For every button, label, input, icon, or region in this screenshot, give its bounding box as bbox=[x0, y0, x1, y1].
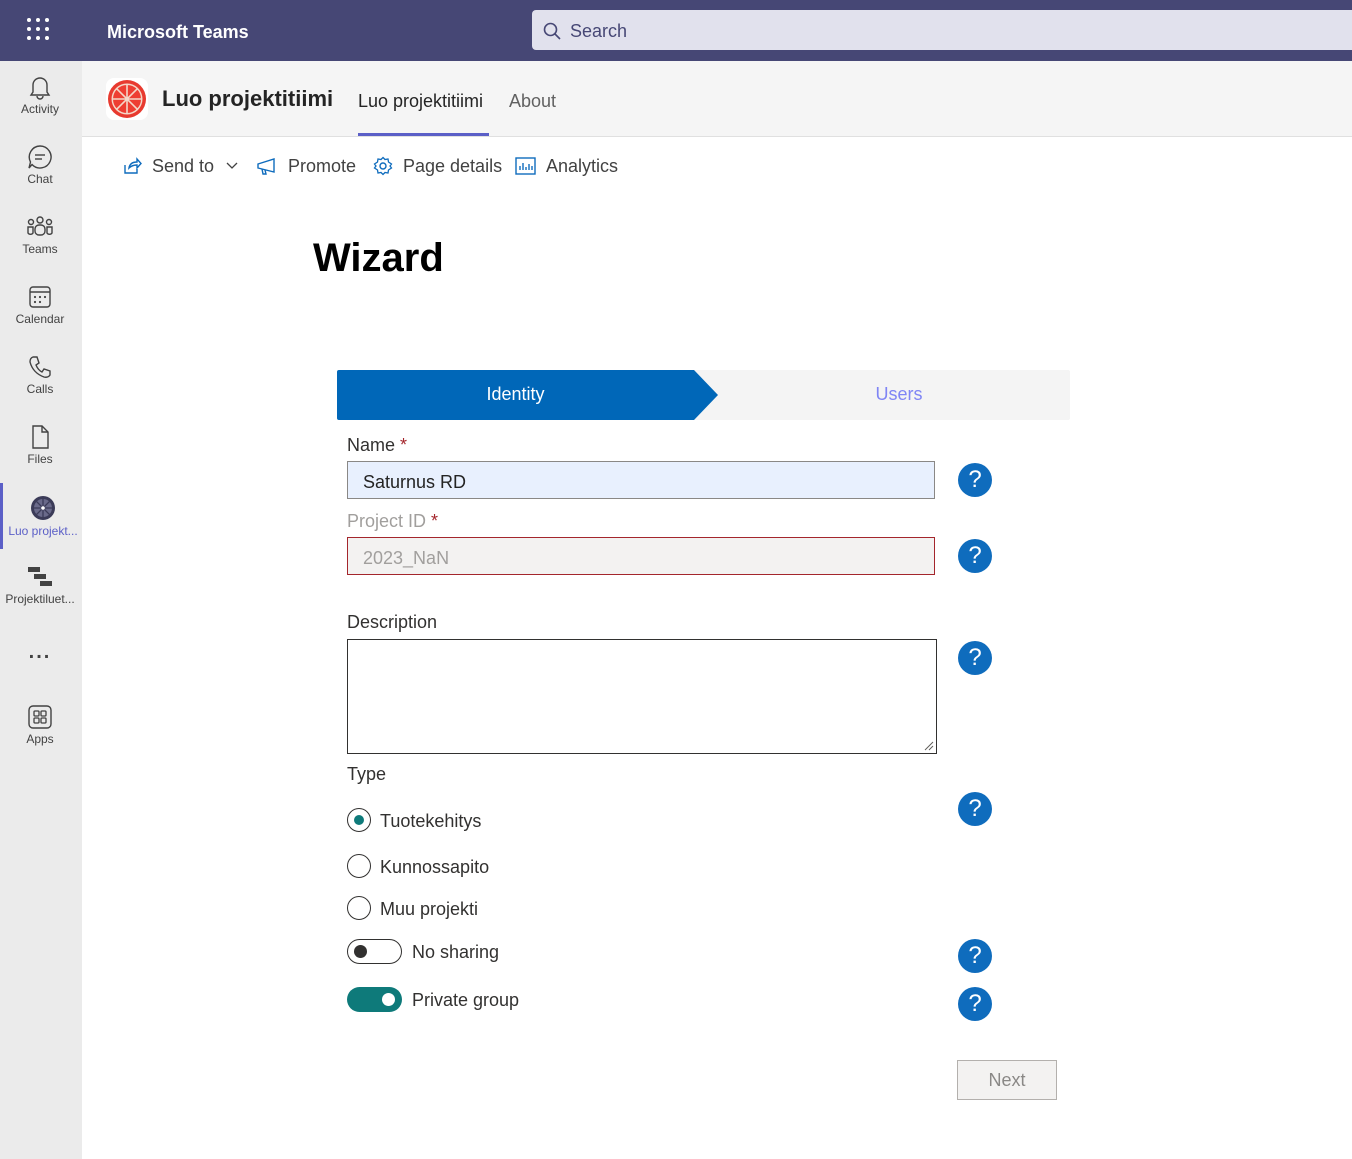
project-id-label: Project ID * bbox=[347, 511, 439, 531]
gantt-icon bbox=[28, 567, 52, 586]
rail-item-projektiluettelo[interactable]: Projektiluet... bbox=[0, 553, 80, 619]
bell-icon bbox=[29, 77, 51, 100]
next-button[interactable]: Next bbox=[957, 1060, 1057, 1100]
type-label: Type bbox=[347, 764, 387, 784]
page-title: Wizard bbox=[313, 236, 444, 280]
apps-icon bbox=[28, 705, 52, 729]
top-bar: Microsoft Teams Search bbox=[0, 0, 1352, 61]
app-title: Microsoft Teams bbox=[107, 22, 249, 42]
left-rail: Activity Chat Teams Calendar Calls Files… bbox=[0, 61, 82, 1159]
search-icon bbox=[543, 22, 561, 40]
no-sharing-toggle[interactable] bbox=[347, 939, 402, 964]
step-users[interactable]: Users bbox=[724, 384, 1074, 405]
name-input[interactable]: Saturnus RD bbox=[347, 461, 935, 499]
page-details-label: Page details bbox=[403, 155, 503, 176]
rail-label: Projektiluet... bbox=[5, 592, 75, 606]
app-launcher-icon[interactable] bbox=[27, 18, 53, 44]
description-label: Description bbox=[347, 612, 438, 632]
rail-label: Calendar bbox=[15, 312, 65, 326]
rail-more-button[interactable]: ... bbox=[0, 641, 80, 671]
rail-item-calendar[interactable]: Calendar bbox=[0, 273, 80, 339]
rail-item-files[interactable]: Files bbox=[0, 413, 80, 479]
radio-label-muu-projekti[interactable]: Muu projekti bbox=[380, 899, 478, 920]
resize-grip-icon[interactable] bbox=[924, 741, 934, 751]
send-to-label: Send to bbox=[152, 155, 215, 176]
file-icon bbox=[32, 425, 49, 449]
rail-item-calls[interactable]: Calls bbox=[0, 343, 80, 409]
chat-icon bbox=[28, 145, 52, 169]
rail-label: Chat bbox=[27, 172, 53, 186]
rail-label: Activity bbox=[20, 102, 59, 116]
description-help-icon[interactable]: ? bbox=[958, 641, 992, 675]
search-placeholder: Search bbox=[570, 21, 628, 41]
megaphone-icon bbox=[257, 158, 275, 175]
radio-muu-projekti[interactable] bbox=[347, 896, 371, 920]
chevron-down-icon bbox=[226, 162, 238, 169]
rail-item-chat[interactable]: Chat bbox=[0, 133, 80, 199]
app-name: Luo projektitiimi bbox=[162, 86, 334, 111]
calendar-icon bbox=[29, 286, 51, 308]
rail-label: Apps bbox=[26, 732, 54, 746]
no-sharing-label: No sharing bbox=[412, 942, 500, 962]
send-to-button[interactable]: Send to bbox=[122, 155, 248, 177]
promote-button[interactable]: Promote bbox=[256, 155, 356, 177]
grapefruit-logo-icon bbox=[108, 80, 146, 118]
radio-kunnossapito[interactable] bbox=[347, 854, 371, 878]
project-id-help-icon[interactable]: ? bbox=[958, 539, 992, 573]
orange-slice-icon bbox=[31, 496, 55, 520]
rail-label: Luo projekt... bbox=[8, 524, 78, 538]
teams-icon bbox=[27, 216, 53, 236]
analytics-icon bbox=[515, 157, 536, 175]
radio-label-kunnossapito[interactable]: Kunnossapito bbox=[380, 857, 489, 878]
rail-label: Teams bbox=[22, 242, 58, 256]
analytics-label: Analytics bbox=[546, 155, 619, 176]
project-id-input[interactable]: 2023_NaN bbox=[347, 537, 935, 575]
type-help-icon[interactable]: ? bbox=[958, 792, 992, 826]
step-identity[interactable]: Identity bbox=[337, 384, 694, 405]
radio-tuotekehitys[interactable] bbox=[347, 808, 371, 832]
no-sharing-help-icon[interactable]: ? bbox=[958, 939, 992, 973]
analytics-button[interactable]: Analytics bbox=[515, 155, 618, 177]
name-label: Name * bbox=[347, 435, 408, 455]
tab-luo-projektitiimi[interactable]: Luo projektitiimi bbox=[358, 91, 483, 112]
rail-item-teams[interactable]: Teams bbox=[0, 203, 80, 269]
rail-label: Files bbox=[27, 452, 53, 466]
app-header: Luo projektitiimi Luo projektitiimi Abou… bbox=[82, 61, 1352, 137]
rail-item-luo-projekt[interactable]: Luo projekt... bbox=[0, 483, 83, 549]
page-details-button[interactable]: Page details bbox=[373, 155, 502, 177]
more-icon: ... bbox=[28, 641, 52, 663]
gear-icon bbox=[373, 156, 393, 176]
wizard-steps: Identity Users bbox=[337, 370, 1070, 420]
private-group-help-icon[interactable]: ? bbox=[958, 987, 992, 1021]
description-textarea[interactable] bbox=[347, 639, 937, 754]
rail-item-activity[interactable]: Activity bbox=[0, 63, 80, 129]
tab-about[interactable]: About bbox=[509, 91, 556, 112]
search-box[interactable]: Search bbox=[532, 10, 1352, 50]
name-help-icon[interactable]: ? bbox=[958, 463, 992, 497]
promote-label: Promote bbox=[288, 155, 357, 176]
app-logo bbox=[106, 78, 148, 120]
private-group-toggle[interactable] bbox=[347, 987, 402, 1012]
radio-label-tuotekehitys[interactable]: Tuotekehitys bbox=[380, 811, 481, 832]
private-group-label: Private group bbox=[412, 990, 520, 1010]
rail-item-apps[interactable]: Apps bbox=[0, 693, 80, 759]
rail-label: Calls bbox=[26, 382, 54, 396]
active-tab-indicator bbox=[358, 133, 489, 136]
phone-icon bbox=[29, 356, 51, 378]
share-icon bbox=[124, 157, 142, 174]
